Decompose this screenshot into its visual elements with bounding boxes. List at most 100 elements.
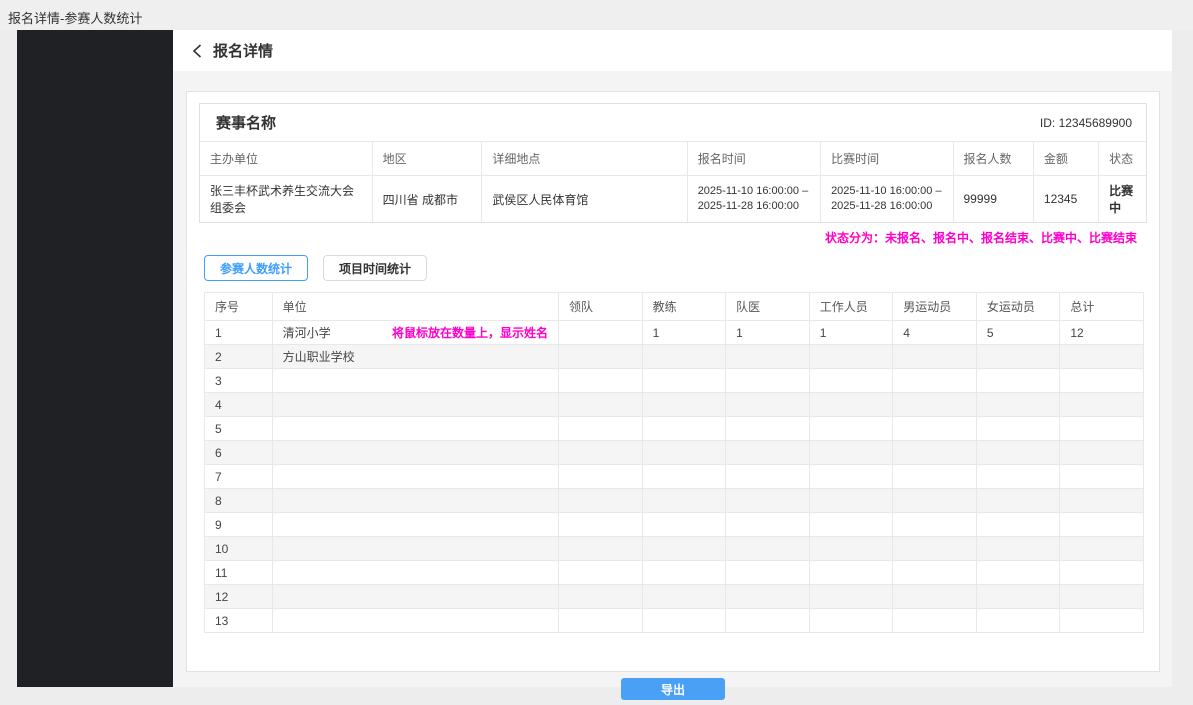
count-cell bbox=[976, 417, 1060, 441]
unit-name: 清河小学 bbox=[283, 326, 331, 340]
count-cell bbox=[726, 609, 810, 633]
count-cell bbox=[893, 465, 977, 489]
count-cell bbox=[893, 369, 977, 393]
count-cell[interactable]: 1 bbox=[726, 321, 810, 345]
table-row: 7 bbox=[205, 465, 1144, 489]
unit-cell bbox=[272, 513, 558, 537]
count-cell bbox=[809, 417, 893, 441]
count-cell bbox=[559, 465, 643, 489]
unit-cell bbox=[272, 585, 558, 609]
row-number-cell: 3 bbox=[205, 369, 273, 393]
count-cell bbox=[642, 513, 726, 537]
event-info-column-header: 地区 bbox=[372, 142, 482, 176]
count-cell[interactable]: 5 bbox=[976, 321, 1060, 345]
count-cell bbox=[809, 369, 893, 393]
count-cell bbox=[642, 417, 726, 441]
count-cell[interactable]: 4 bbox=[893, 321, 977, 345]
row-number-cell: 4 bbox=[205, 393, 273, 417]
count-cell bbox=[726, 417, 810, 441]
count-cell bbox=[642, 489, 726, 513]
stats-column-header: 教练 bbox=[642, 293, 726, 321]
count-cell bbox=[726, 489, 810, 513]
count-cell[interactable]: 1 bbox=[642, 321, 726, 345]
event-id: ID: 12345689900 bbox=[1040, 116, 1132, 130]
count-cell bbox=[1060, 393, 1144, 417]
event-name-title: 赛事名称 bbox=[216, 112, 276, 133]
count-cell bbox=[726, 393, 810, 417]
row-number-cell: 13 bbox=[205, 609, 273, 633]
browser-top-strip: 报名详情-参赛人数统计 bbox=[0, 0, 1193, 30]
count-cell bbox=[642, 393, 726, 417]
participant-stats-table: 序号单位领队教练队医工作人员男运动员女运动员总计 1 清河小学 将鼠标放在数量上，显… bbox=[204, 292, 1144, 633]
count-cell bbox=[809, 489, 893, 513]
registration-time-cell: 2025-11-10 16:00:00 – 2025-11-28 16:00:0… bbox=[687, 176, 820, 223]
stats-column-header: 领队 bbox=[559, 293, 643, 321]
event-card-header: 赛事名称 ID: 12345689900 bbox=[200, 104, 1146, 142]
count-cell[interactable]: 12 bbox=[1060, 321, 1144, 345]
count-cell bbox=[1060, 585, 1144, 609]
stats-column-header: 女运动员 bbox=[976, 293, 1060, 321]
count-cell bbox=[1060, 345, 1144, 369]
event-info-header-row: 主办单位地区详细地点报名时间比赛时间报名人数金额状态 bbox=[200, 142, 1146, 176]
count-cell bbox=[976, 369, 1060, 393]
count-cell bbox=[559, 441, 643, 465]
table-row: 11 bbox=[205, 561, 1144, 585]
count-cell bbox=[893, 609, 977, 633]
stats-column-header: 工作人员 bbox=[809, 293, 893, 321]
table-row: 12 bbox=[205, 585, 1144, 609]
unit-cell bbox=[272, 441, 558, 465]
row-number-cell: 2 bbox=[205, 345, 273, 369]
table-row: 8 bbox=[205, 489, 1144, 513]
table-row: 2方山职业学校 bbox=[205, 345, 1144, 369]
chevron-left-icon bbox=[191, 43, 203, 59]
count-cell bbox=[1060, 417, 1144, 441]
count-cell bbox=[726, 513, 810, 537]
count-cell bbox=[976, 513, 1060, 537]
amount-cell: 12345 bbox=[1033, 176, 1098, 223]
event-info-value-row: 张三丰杯武术养生交流大会组委会 四川省 成都市 武侯区人民体育馆 2025-11… bbox=[200, 176, 1146, 223]
count-cell bbox=[559, 345, 643, 369]
main-region: 报名详情 赛事名称 ID: 12345689900 主办单位地区详细地点报名时间… bbox=[173, 30, 1172, 687]
count-cell bbox=[726, 369, 810, 393]
back-button[interactable] bbox=[191, 43, 203, 59]
stats-table-header-row: 序号单位领队教练队医工作人员男运动员女运动员总计 bbox=[205, 293, 1144, 321]
count-cell bbox=[893, 585, 977, 609]
count-cell bbox=[893, 441, 977, 465]
tab-event-time-stats[interactable]: 项目时间统计 bbox=[323, 255, 427, 281]
unit-cell bbox=[272, 465, 558, 489]
count-cell bbox=[893, 561, 977, 585]
table-row: 5 bbox=[205, 417, 1144, 441]
count-cell bbox=[726, 537, 810, 561]
export-button[interactable]: 导出 bbox=[621, 678, 725, 700]
count-cell bbox=[809, 537, 893, 561]
count-cell bbox=[726, 345, 810, 369]
row-number-cell: 9 bbox=[205, 513, 273, 537]
export-row: 导出 bbox=[187, 678, 1159, 700]
unit-cell bbox=[272, 369, 558, 393]
header-bar: 报名详情 bbox=[173, 30, 1172, 71]
count-cell bbox=[976, 441, 1060, 465]
count-cell bbox=[642, 465, 726, 489]
hover-hint-text: 将鼠标放在数量上，显示姓名 bbox=[392, 324, 548, 341]
unit-cell bbox=[272, 537, 558, 561]
count-cell bbox=[809, 465, 893, 489]
page-title: 报名详情-参赛人数统计 bbox=[8, 8, 142, 27]
count-cell bbox=[809, 513, 893, 537]
count-cell bbox=[1060, 441, 1144, 465]
count-cell bbox=[976, 489, 1060, 513]
count-cell bbox=[559, 417, 643, 441]
event-info-column-header: 比赛时间 bbox=[821, 142, 953, 176]
content-card: 赛事名称 ID: 12345689900 主办单位地区详细地点报名时间比赛时间报… bbox=[186, 91, 1160, 672]
count-cell bbox=[976, 609, 1060, 633]
stats-column-header: 队医 bbox=[726, 293, 810, 321]
count-cell bbox=[559, 609, 643, 633]
stats-column-header: 总计 bbox=[1060, 293, 1144, 321]
tab-participant-stats[interactable]: 参赛人数统计 bbox=[204, 255, 308, 281]
count-cell[interactable]: 1 bbox=[809, 321, 893, 345]
event-info-column-header: 主办单位 bbox=[200, 142, 372, 176]
count-cell bbox=[893, 393, 977, 417]
unit-cell: 方山职业学校 bbox=[272, 345, 558, 369]
stats-column-header: 单位 bbox=[272, 293, 558, 321]
table-row: 3 bbox=[205, 369, 1144, 393]
table-row: 10 bbox=[205, 537, 1144, 561]
